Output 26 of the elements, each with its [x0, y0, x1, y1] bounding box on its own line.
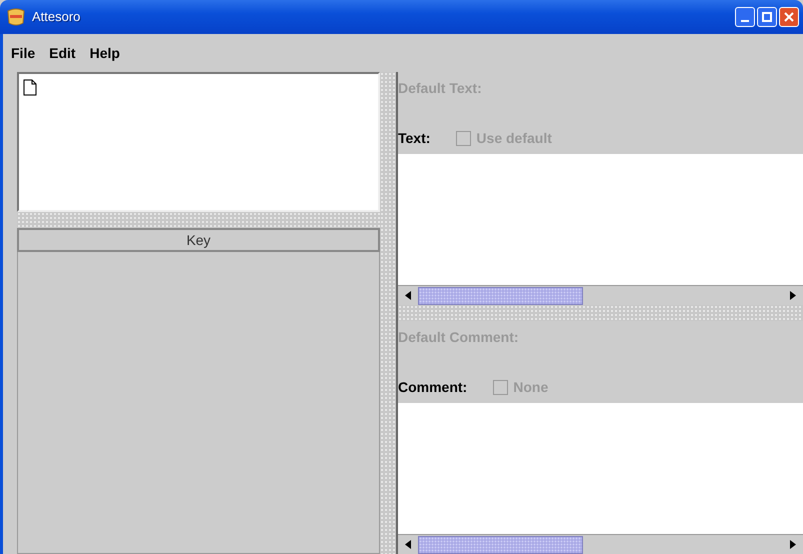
- splitter-handle[interactable]: [17, 212, 380, 228]
- menu-item[interactable]: File: [11, 42, 36, 64]
- maximize-icon: [762, 12, 772, 22]
- close-button[interactable]: [779, 7, 799, 27]
- left-arrow-icon[interactable]: [405, 291, 411, 300]
- menu-item[interactable]: Edit: [49, 42, 76, 64]
- minimize-button[interactable]: [735, 7, 755, 27]
- menu-item[interactable]: Help: [90, 42, 120, 64]
- column-header[interactable]: Key: [17, 228, 380, 252]
- document-icon[interactable]: [23, 79, 37, 96]
- close-icon: [784, 12, 794, 22]
- scrollbar[interactable]: [398, 534, 803, 554]
- scrollbar-thumb[interactable]: [418, 286, 583, 304]
- splitter-handle[interactable]: [398, 305, 803, 321]
- window-title: Attesoro: [32, 8, 80, 26]
- app-icon: [6, 7, 26, 27]
- splitter-handle[interactable]: [380, 72, 396, 554]
- field-label: Comment:: [398, 378, 468, 396]
- scrollbar-thumb[interactable]: [418, 536, 583, 554]
- scrollbar[interactable]: [398, 285, 803, 305]
- left-arrow-icon[interactable]: [405, 540, 411, 549]
- maximize-button[interactable]: [757, 7, 777, 27]
- right-arrow-icon[interactable]: [790, 540, 796, 549]
- field-label: Text:: [398, 128, 430, 148]
- right-arrow-icon[interactable]: [790, 291, 796, 300]
- minimize-icon: [741, 20, 749, 22]
